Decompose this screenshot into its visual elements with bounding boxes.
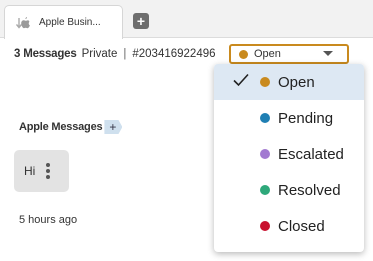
tab-apple-business[interactable]: Apple Busin... [4,5,123,39]
status-select[interactable]: Open [229,44,349,64]
conversation-header: 3 Messages Private | #203416922496 [14,45,216,63]
tab-bar: Apple Busin... + [0,0,373,39]
status-option-label: Closed [278,217,325,235]
privacy-label: Private [81,48,118,60]
status-option-closed[interactable]: Closed [214,208,364,244]
message-text: Hi [24,164,36,178]
status-option-label: Escalated [278,145,344,163]
status-option-resolved[interactable]: Resolved [214,172,364,208]
status-dot [260,113,270,123]
message-count: 3 Messages [14,48,77,60]
status-dot [260,149,270,159]
plus-icon: + [136,13,146,29]
channel-add-button[interactable]: + [104,120,123,134]
channel-label: Apple Messages [19,121,103,133]
message-bubble: Hi [14,150,69,192]
header-separator: | [123,48,127,60]
caret-down-icon [323,51,333,56]
status-option-open[interactable]: Open [214,64,364,100]
check-icon [233,73,249,87]
status-option-label: Open [278,73,315,91]
status-option-label: Pending [278,109,334,127]
status-dot [260,185,270,195]
status-dot [260,221,270,231]
status-select-value: Open [254,48,281,60]
status-dropdown-menu: Open Pending Escalated Resolved Closed [214,64,364,252]
apple-icon [15,13,35,33]
status-option-escalated[interactable]: Escalated [214,136,364,172]
tab-label: Apple Busin... [39,17,101,28]
conversation-id: #203416922496 [132,48,216,60]
status-dot [239,49,248,59]
kebab-menu-icon[interactable] [46,163,50,179]
message-timestamp: 5 hours ago [19,214,78,226]
status-option-pending[interactable]: Pending [214,100,364,136]
status-option-label: Resolved [278,181,341,199]
channel-row: Apple Messages + [19,120,123,134]
status-dot [260,77,270,87]
add-tab-button[interactable]: + [133,13,149,29]
